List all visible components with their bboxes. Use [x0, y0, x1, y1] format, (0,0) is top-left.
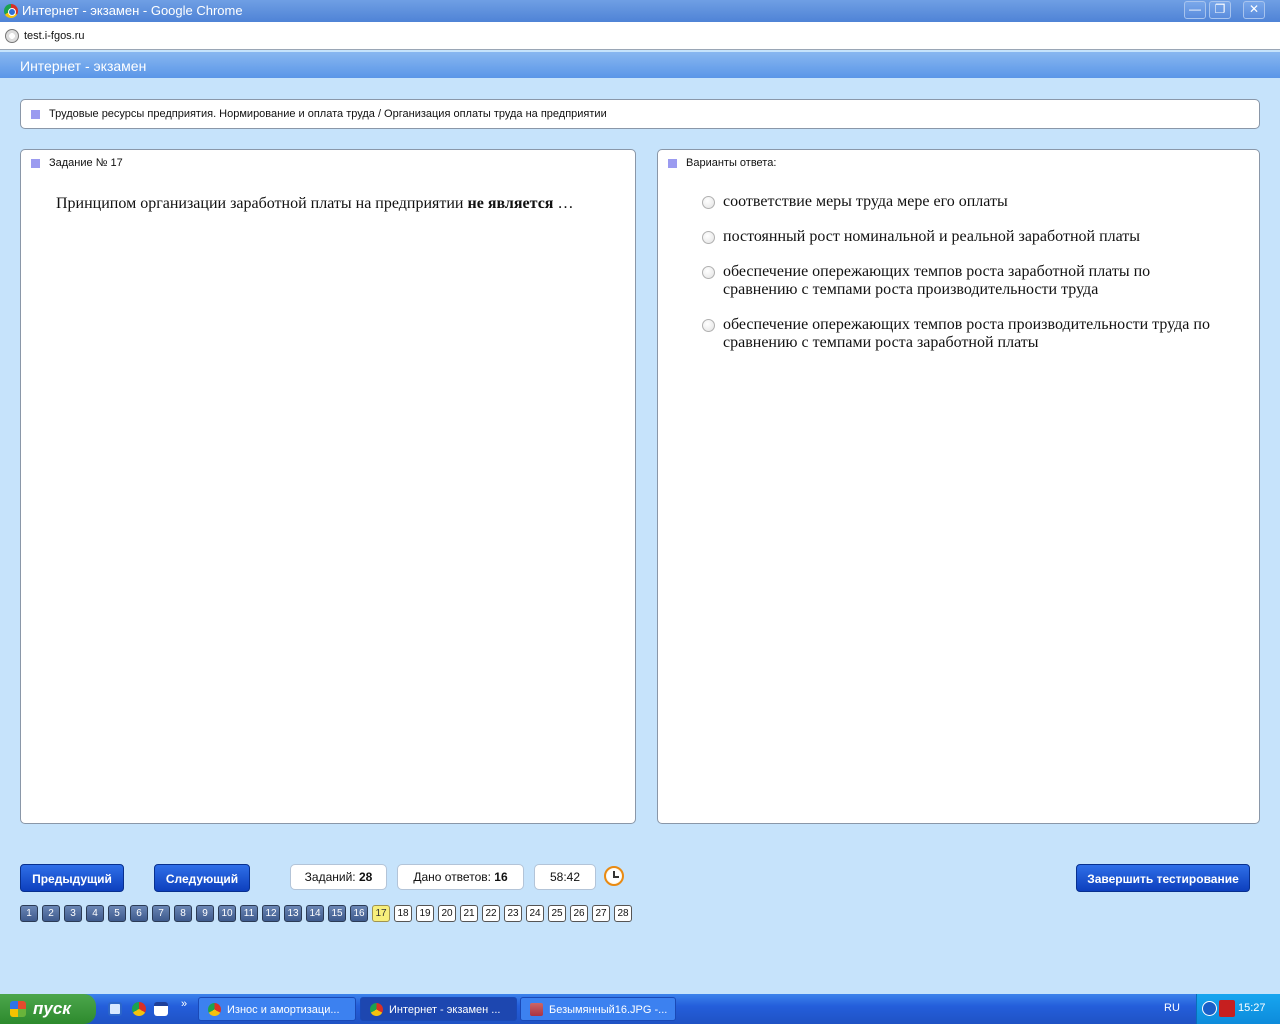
- maximize-button[interactable]: ❐: [1209, 1, 1231, 19]
- page-button-13[interactable]: 13: [284, 905, 302, 922]
- page-button-22[interactable]: 22: [482, 905, 500, 922]
- page-button-17[interactable]: 17: [372, 905, 390, 922]
- page-button-26[interactable]: 26: [570, 905, 588, 922]
- page-button-12[interactable]: 12: [262, 905, 280, 922]
- tasks-count-value: 28: [358, 870, 373, 884]
- taskbar-item-label: Интернет - экзамен ...: [389, 1004, 501, 1016]
- taskbar-item-label: Износ и амортизаци...: [227, 1004, 340, 1016]
- page-button-14[interactable]: 14: [306, 905, 324, 922]
- tasks-count-label: Заданий:: [304, 870, 356, 884]
- answer-label[interactable]: обеспечение опережающих темпов роста про…: [723, 316, 1223, 352]
- page-button-6[interactable]: 6: [130, 905, 148, 922]
- tray-arrow-icon[interactable]: [1202, 1001, 1217, 1016]
- start-button[interactable]: пуск: [0, 994, 96, 1024]
- page-button-21[interactable]: 21: [460, 905, 478, 922]
- windows-logo-icon: [10, 1001, 26, 1017]
- bullet-icon: [31, 110, 40, 119]
- page-button-2[interactable]: 2: [42, 905, 60, 922]
- answered-count: Дано ответов: 16: [397, 864, 524, 890]
- answer-label[interactable]: обеспечение опережающих темпов роста зар…: [723, 263, 1223, 299]
- question-ellipsis: …: [553, 195, 574, 212]
- task-number: Задание № 17: [49, 157, 123, 169]
- answers-panel: Варианты ответа: соответствие меры труда…: [657, 149, 1260, 824]
- app-title: Интернет - экзамен: [20, 58, 147, 74]
- bullet-icon: [668, 159, 677, 168]
- page-button-1[interactable]: 1: [20, 905, 38, 922]
- page-button-7[interactable]: 7: [152, 905, 170, 922]
- window-title: Интернет - экзамен - Google Chrome: [22, 3, 243, 18]
- page-button-5[interactable]: 5: [108, 905, 126, 922]
- chrome-quicklaunch-icon[interactable]: [132, 1002, 146, 1016]
- topic-panel: Трудовые ресурсы предприятия. Нормирован…: [20, 99, 1260, 129]
- page-button-4[interactable]: 4: [86, 905, 104, 922]
- answered-count-label: Дано ответов:: [413, 870, 491, 884]
- question-text: Принципом организации заработной платы н…: [56, 190, 576, 218]
- app-header: Интернет - экзамен: [0, 52, 1280, 78]
- taskbar: пуск » Износ и амортизаци... Интернет - …: [0, 994, 1280, 1024]
- page-button-10[interactable]: 10: [218, 905, 236, 922]
- window-title-bar: Интернет - экзамен - Google Chrome — ❐ ✕: [0, 0, 1280, 22]
- image-viewer-icon: [530, 1003, 543, 1016]
- page-button-24[interactable]: 24: [526, 905, 544, 922]
- url-text[interactable]: test.i-fgos.ru: [24, 30, 85, 42]
- tasks-count: Заданий: 28: [290, 864, 387, 890]
- page-button-28[interactable]: 28: [614, 905, 632, 922]
- radio-button[interactable]: [702, 231, 715, 244]
- page-button-20[interactable]: 20: [438, 905, 456, 922]
- answer-label[interactable]: постоянный рост номинальной и реальной з…: [723, 228, 1223, 246]
- ie-icon[interactable]: [108, 1002, 122, 1016]
- page-button-15[interactable]: 15: [328, 905, 346, 922]
- close-button[interactable]: ✕: [1243, 1, 1265, 19]
- chrome-icon: [208, 1003, 221, 1016]
- taskbar-item[interactable]: Безымянный16.JPG -...: [520, 997, 676, 1021]
- page-button-3[interactable]: 3: [64, 905, 82, 922]
- finish-test-button[interactable]: Завершить тестирование: [1076, 864, 1250, 892]
- radio-button[interactable]: [702, 196, 715, 209]
- page-button-19[interactable]: 19: [416, 905, 434, 922]
- page-button-23[interactable]: 23: [504, 905, 522, 922]
- clock: 15:27: [1238, 1002, 1266, 1014]
- taskbar-item[interactable]: Износ и амортизаци...: [198, 997, 356, 1021]
- alarm-clock-icon: [604, 866, 624, 886]
- task-panel: Задание № 17 Принципом организации зараб…: [20, 149, 636, 824]
- taskbar-item-label: Безымянный16.JPG -...: [549, 1004, 668, 1016]
- answers-header: Варианты ответа:: [686, 157, 777, 169]
- more-icon[interactable]: »: [181, 998, 187, 1010]
- question-main: Принципом организации заработной платы н…: [56, 195, 468, 212]
- show-desktop-icon[interactable]: [154, 1002, 168, 1016]
- radio-button[interactable]: [702, 319, 715, 332]
- answer-label[interactable]: соответствие меры труда мере его оплаты: [723, 193, 1223, 211]
- chrome-icon: [370, 1003, 383, 1016]
- answered-count-value: 16: [494, 870, 508, 884]
- page-button-27[interactable]: 27: [592, 905, 610, 922]
- chrome-icon: [4, 4, 18, 18]
- bullet-icon: [31, 159, 40, 168]
- question-emphasis: не является: [467, 195, 554, 212]
- page-button-25[interactable]: 25: [548, 905, 566, 922]
- page-button-18[interactable]: 18: [394, 905, 412, 922]
- topic-text: Трудовые ресурсы предприятия. Нормирован…: [49, 108, 607, 120]
- start-label: пуск: [33, 999, 71, 1018]
- address-bar[interactable]: test.i-fgos.ru: [0, 22, 1280, 50]
- next-button[interactable]: Следующий: [154, 864, 250, 892]
- page-button-16[interactable]: 16: [350, 905, 368, 922]
- radio-button[interactable]: [702, 266, 715, 279]
- page-button-8[interactable]: 8: [174, 905, 192, 922]
- language-indicator[interactable]: RU: [1164, 1002, 1180, 1014]
- page-button-9[interactable]: 9: [196, 905, 214, 922]
- taskbar-item-active[interactable]: Интернет - экзамен ...: [360, 997, 517, 1021]
- timer: 58:42: [534, 864, 596, 890]
- prev-button[interactable]: Предыдущий: [20, 864, 124, 892]
- antivirus-icon[interactable]: [1219, 1000, 1235, 1017]
- minimize-button[interactable]: —: [1184, 1, 1206, 19]
- page-icon: [5, 29, 19, 43]
- page-button-11[interactable]: 11: [240, 905, 258, 922]
